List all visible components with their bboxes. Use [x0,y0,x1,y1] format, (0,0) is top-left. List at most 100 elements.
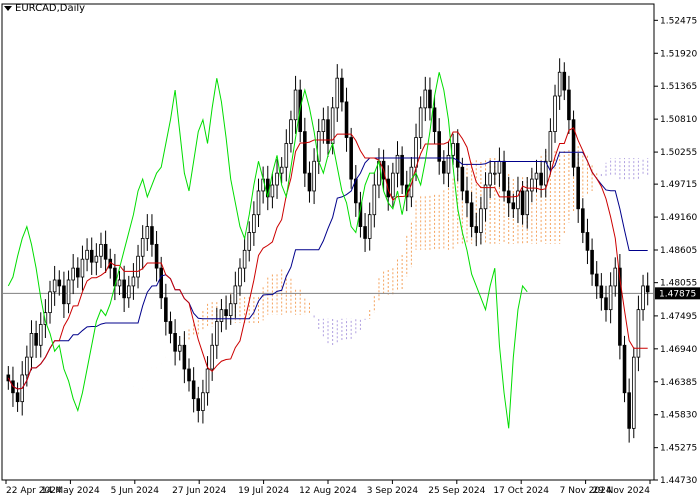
candle-body [242,249,247,269]
y-tick-label: 1.49160 [660,213,697,223]
candle-body [608,285,613,311]
candle-body [391,172,395,198]
candle-body [76,267,80,278]
candle-body [590,249,594,275]
candle-body [585,232,590,251]
candle-body [562,71,567,91]
chart-window: EURCAD,Daily 1.52475 1.51920 1.51365 1.5081… [0,0,700,500]
candle-body [534,172,539,180]
candle-body [340,77,344,103]
x-tick-label: 25 Sep 2024 [428,486,485,496]
candle-body [103,243,108,260]
plot-frame [1,3,655,481]
candle-body [164,297,168,322]
y-tick-label: 1.50810 [660,115,697,125]
candle-body [293,89,298,121]
candle-body [645,285,650,293]
candle-body [372,184,377,216]
candle-body [210,344,214,370]
candle-body [307,172,312,192]
candle-body [247,232,252,251]
candle-body [150,226,154,245]
candle-body [581,208,585,233]
y-tick-label: 1.52475 [660,16,697,26]
candle-body [557,71,562,97]
symbol-label: EURCAD,Daily [15,3,86,14]
current-price-label: 1.47875 [659,289,696,299]
candle-body [80,258,85,278]
candle-body [219,309,224,322]
candle-body [34,333,38,346]
candle-body [29,333,34,358]
candle-body [437,131,441,162]
candle-body [539,172,543,186]
candle-body [493,172,497,175]
y-tick-label: 1.51365 [660,82,697,92]
candle-body [140,238,145,257]
price-chart[interactable]: 1.52475 1.51920 1.51365 1.50810 1.50255 1.497… [0,0,700,500]
candle-body [99,243,103,257]
candle-body [168,321,173,334]
candle-body [613,267,618,287]
candle-body [432,107,437,133]
candle-body [303,131,307,174]
candle-body [238,267,242,287]
x-tick-label: 12 Aug 2024 [299,486,357,496]
dropdown-triangle-icon[interactable] [4,6,12,11]
candle-body [321,119,326,133]
candle-body [57,279,62,287]
candle-body [511,202,516,210]
candle-body [289,119,293,144]
candle-body [636,309,641,358]
candle-body [173,333,177,352]
candle-body [576,166,580,210]
candle-body [543,160,548,186]
y-tick-label: 1.50255 [660,148,697,158]
x-tick-label: 19 Jul 2024 [238,486,289,496]
candle-body [71,267,75,281]
candle-body [594,273,599,287]
candle-body [479,208,483,233]
candle-body [400,154,404,186]
candle-body [233,285,238,305]
y-tick-label: 1.48605 [660,246,697,256]
y-tick-label: 1.46940 [660,345,697,355]
candle-body [256,190,261,216]
candle-body [418,107,423,138]
chart-header[interactable]: EURCAD,Daily [4,3,85,14]
y-tick-label: 1.49715 [660,180,697,190]
candle-body [604,297,608,311]
candle-body [159,267,163,299]
candle-body [52,279,57,293]
candle-body [224,309,228,316]
candle-body [553,95,557,133]
candle-body [275,172,279,186]
candle-body [525,190,530,216]
y-tick-label: 1.45830 [660,411,697,421]
candle-body [66,279,71,305]
candle-body [182,344,187,370]
candle-body [89,249,94,263]
kijun-sen-line [7,151,648,390]
candle-body [483,184,488,210]
candle-body [145,226,150,239]
candle-body [455,143,460,168]
candle-body [48,291,52,314]
candle-body [284,143,289,168]
candle-body [270,184,275,198]
candle-body [312,160,316,192]
candle-body [205,368,210,394]
candle-body [567,89,571,121]
candle-body [460,166,465,192]
candle-body [474,226,479,233]
candle-body [363,226,367,239]
y-tick-label: 1.48055 [660,279,697,289]
candle-body [530,178,534,192]
y-tick-label: 1.47495 [660,312,697,322]
candle-body [599,285,604,299]
candle-body [428,89,432,109]
candle-body [215,321,219,346]
candle-body [191,380,196,400]
candle-body [488,172,492,186]
y-tick-label: 1.45275 [660,444,697,454]
